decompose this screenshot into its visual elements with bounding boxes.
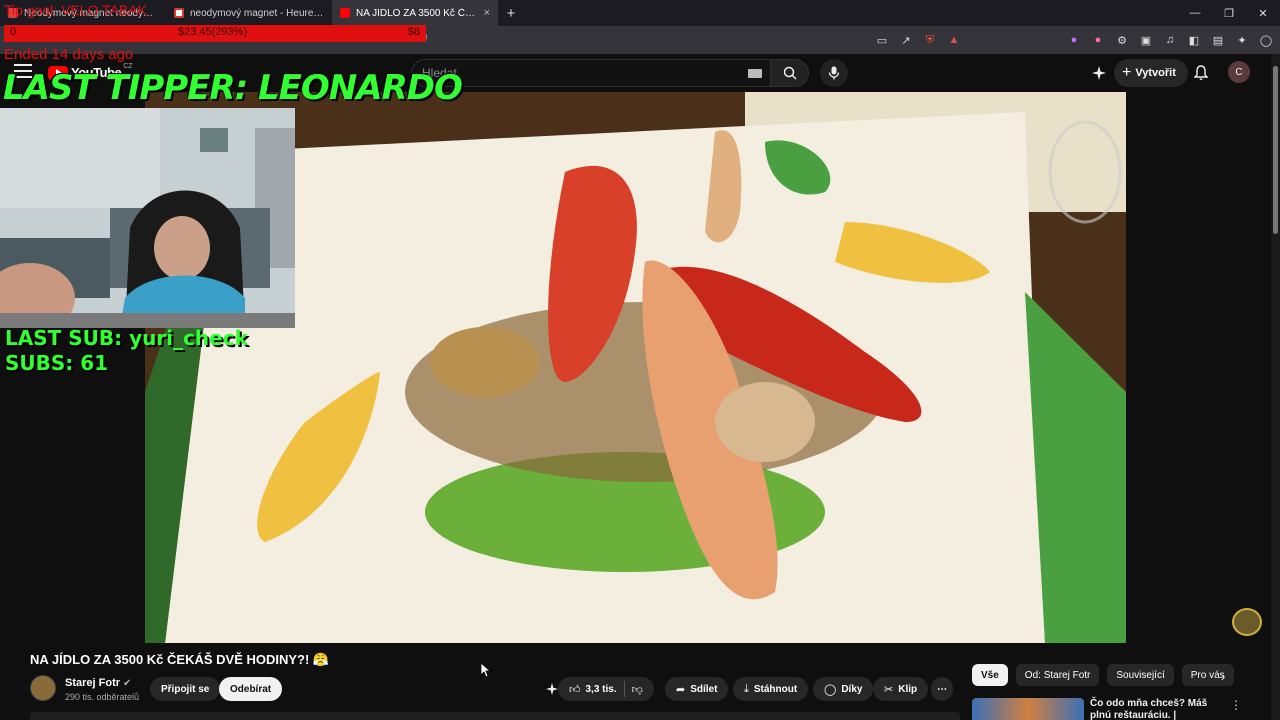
- search-box: [411, 59, 771, 87]
- close-tab-icon[interactable]: ×: [484, 7, 490, 19]
- search-icon: [783, 66, 797, 80]
- tip-goal-title: Tip goal: VELO TABAK: [4, 2, 147, 18]
- brave-rewards-icon[interactable]: ▲: [946, 32, 962, 48]
- goal-progress-value: $23.45(293%): [178, 26, 248, 38]
- chip-from-channel[interactable]: Od: Starej Fotr: [1015, 664, 1100, 686]
- microphone-icon: [828, 66, 840, 80]
- plus-icon: +: [1122, 64, 1132, 81]
- close-window-icon[interactable]: ✕: [1246, 0, 1280, 26]
- restore-icon[interactable]: ❐: [1212, 0, 1246, 26]
- subs-count-label: SUBS: 61: [5, 351, 109, 375]
- goal-end-value: $8: [407, 26, 420, 38]
- like-count[interactable]: 3,3 tis.: [586, 684, 617, 695]
- chip-related[interactable]: Související: [1107, 664, 1174, 686]
- tab-label: neodymový magnet - Heureka.cz: [190, 7, 324, 19]
- new-tab-button[interactable]: +: [498, 0, 524, 26]
- share-icon[interactable]: ↗: [898, 32, 914, 48]
- scrollbar-thumb[interactable]: [1273, 66, 1278, 234]
- more-actions-button[interactable]: ⋯: [931, 677, 953, 701]
- like-dislike-group: 👍︎ 3,3 tis. 👎︎: [558, 677, 654, 701]
- tip-goal-status: Ended 14 days ago: [4, 46, 134, 63]
- heureka-favicon-icon: [174, 8, 184, 18]
- join-label: Připojit se: [161, 683, 210, 695]
- thanks-icon: ◯: [824, 683, 837, 696]
- account-avatar[interactable]: C: [1228, 61, 1250, 83]
- notifications-bell-icon[interactable]: [1192, 64, 1210, 82]
- share-arrow-icon: ➦: [676, 683, 686, 696]
- like-icon[interactable]: 👍︎: [569, 683, 581, 696]
- download-button[interactable]: ⤓ Stáhnout: [733, 677, 809, 701]
- join-button[interactable]: Připojit se: [150, 677, 221, 701]
- keyboard-icon[interactable]: [748, 69, 762, 78]
- verified-check-icon: ✔: [123, 678, 132, 689]
- screen: Neodymový magnet neodymový 20 × neodymov…: [0, 0, 1280, 720]
- brave-shield-icon[interactable]: ⛨: [922, 32, 938, 48]
- ai-sparkle-icon[interactable]: [1090, 64, 1108, 82]
- like-divider: [623, 681, 625, 697]
- channel-name[interactable]: Starej Fotr: [65, 677, 120, 689]
- more-vertical-icon[interactable]: ⋮: [1230, 698, 1242, 712]
- download-icon: ⤓: [744, 682, 749, 695]
- webcam-overlay: [0, 108, 295, 328]
- channel-avatar[interactable]: [30, 675, 56, 701]
- create-button[interactable]: + Vytvořit: [1114, 59, 1188, 87]
- chip-all[interactable]: Vše: [972, 664, 1008, 686]
- video-title: NA JÍDLO ZA 3500 Kč ČEKÁŠ DVĚ HODINY?! 😤: [30, 652, 330, 667]
- window-controls: — ❐ ✕: [1178, 0, 1280, 26]
- browser-tab-3-active[interactable]: NA JÍDLO ZA 3500 Kč ČEKÁŠ ×: [332, 0, 498, 26]
- screenshot-icon[interactable]: ▣: [1138, 32, 1154, 48]
- subscribe-label: Odebírat: [230, 683, 272, 695]
- channel-watermark-icon[interactable]: [1232, 608, 1262, 636]
- recommendation-filter-chips: Vše Od: Starej Fotr Související Pro vás: [972, 664, 1234, 686]
- share-label: Sdílet: [690, 683, 718, 695]
- last-tipper-label: LAST TIPPER: LEONARDO: [3, 68, 463, 108]
- channel-name-row[interactable]: Starej Fotr ✔: [65, 677, 131, 689]
- browser-tab-2[interactable]: neodymový magnet - Heureka.cz: [166, 0, 332, 26]
- recommended-video-thumbnail[interactable]: [972, 698, 1084, 720]
- youtube-favicon-icon: [340, 8, 350, 18]
- vpn-icon[interactable]: ◯: [1258, 32, 1274, 48]
- description-box-edge: [30, 712, 960, 720]
- subscribe-button[interactable]: Odebírat: [219, 677, 283, 701]
- dislike-icon[interactable]: 👎︎: [632, 683, 643, 696]
- clip-label: Klip: [898, 683, 918, 695]
- puzzle-icon[interactable]: ⚙: [1114, 32, 1130, 48]
- ai-sparkle-icon: [545, 682, 559, 696]
- address-bar-icons: ▭ ↗ ⛨ ▲: [874, 26, 962, 54]
- channel-subscriber-count: 290 tis. odběratelů: [65, 692, 140, 702]
- create-label: Vytvořit: [1135, 67, 1176, 79]
- sidebar-icon[interactable]: ◧: [1186, 32, 1202, 48]
- clip-button[interactable]: ✂ Klip: [873, 677, 929, 701]
- browser-tab-strip: Neodymový magnet neodymový 20 × neodymov…: [0, 0, 1280, 26]
- thanks-button[interactable]: ◯ Díky: [813, 677, 874, 701]
- chevron-right-icon[interactable]: ›: [1214, 667, 1232, 685]
- minimize-icon[interactable]: —: [1178, 0, 1212, 26]
- recommended-video-title[interactable]: Čo odo mňa chceš? Máš plnú reštauráciu. …: [1090, 698, 1218, 720]
- webcam-image: [0, 108, 295, 328]
- search-input[interactable]: [422, 66, 722, 80]
- ai-icon[interactable]: ✦: [1234, 32, 1250, 48]
- extension-icon[interactable]: ●: [1066, 32, 1082, 48]
- tab-label: NA JÍDLO ZA 3500 Kč ČEKÁŠ: [356, 7, 478, 19]
- extension-icons: ● ● ⚙ ▣ ♫ ◧ ▤ ✦ ◯ ☰: [1066, 26, 1280, 54]
- search-button[interactable]: [771, 59, 809, 87]
- page-scrollbar[interactable]: [1271, 54, 1280, 720]
- reader-mode-icon[interactable]: ▭: [874, 32, 890, 48]
- more-icon: ⋯: [937, 683, 947, 695]
- voice-search-button[interactable]: [820, 59, 848, 87]
- right-background: [1126, 92, 1271, 643]
- download-label: Stáhnout: [753, 683, 798, 695]
- thanks-label: Díky: [841, 683, 863, 695]
- extension-icon[interactable]: ●: [1090, 32, 1106, 48]
- tip-goal-progress-bar: 0 $23.45(293%) $8: [4, 25, 426, 42]
- scissors-icon: ✂: [884, 683, 894, 696]
- share-button[interactable]: ➦ Sdílet: [665, 677, 729, 701]
- music-icon[interactable]: ♫: [1162, 32, 1178, 48]
- goal-start-value: 0: [10, 26, 17, 38]
- last-sub-label: LAST SUB: yuri_check: [5, 326, 248, 350]
- wallet-icon[interactable]: ▤: [1210, 32, 1226, 48]
